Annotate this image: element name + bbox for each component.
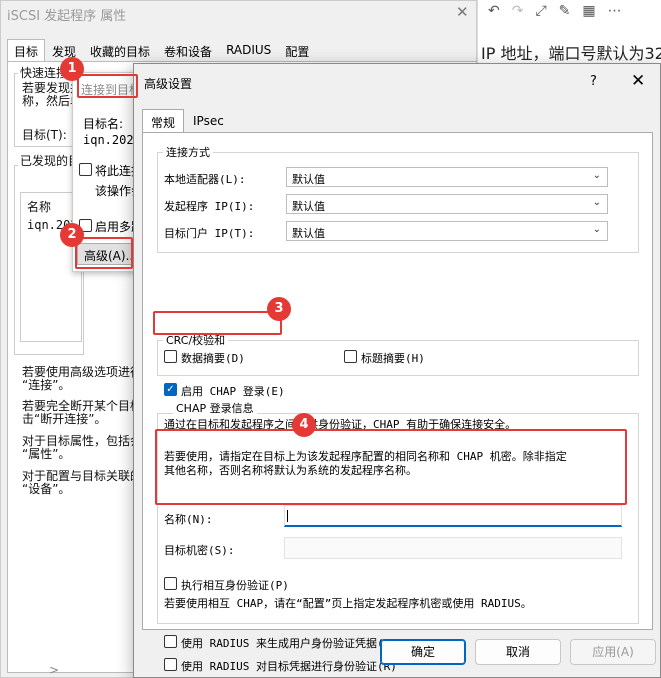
chap-secret-input[interactable] [284,537,622,559]
dialog-title: 高级设置 [144,77,193,91]
target-portal-label: 目标门户 IP(T): [164,227,255,240]
help-text-4: 对于配置与目标关联的 “设备”。 [22,469,143,496]
help-icon[interactable]: ? [590,74,597,89]
local-adapter-select[interactable]: 默认值 ⌄ [286,167,608,187]
chap-name-label: 名称(N): [164,513,213,526]
annotation-box-chap [153,311,282,335]
initiator-ip-select[interactable]: 默认值 ⌄ [286,194,608,214]
radius-user-checkbox[interactable] [164,635,177,648]
back-tab-bar: 目标 发现 收藏的目标 卷和设备 RADIUS 配置 [7,39,316,61]
help-text-2: 若要完全断开某个目标 击“断开连接”。 [22,399,143,426]
annotation-badge-1: 1 [60,57,84,81]
tab-radius[interactable]: RADIUS [219,39,278,61]
apply-button[interactable]: 应用(A) [570,639,656,665]
initiator-ip-label: 发起程序 IP(I): [164,200,255,213]
help-text-3: 对于目标属性，包括会 “属性”。 [22,434,143,461]
text-caret [287,510,288,522]
window-title: iSCSI 发起程序 属性 [7,9,127,24]
undo-icon[interactable]: ↶ [488,3,500,19]
document-text: IP 地址，端口号默认为32 [481,44,661,63]
tab-favorite-targets[interactable]: 收藏的目标 [83,39,157,61]
chap-enable-checkbox[interactable]: ✓ [164,383,177,396]
local-adapter-label: 本地适配器(L): [164,173,246,186]
document-toolbar: ↶ ↷ ⤢ ✎ ▦ ⋯ [478,0,661,22]
annotation-box-connect [77,74,138,98]
advanced-settings-dialog: 高级设置 ? ✕ 常规 IPsec 连接方式 本地适配器(L): 默认值 ⌄ 发… [133,63,661,678]
chevron-down-icon: ⌄ [592,197,601,208]
more-icon[interactable]: ⋯ [608,3,622,19]
expand-icon[interactable]: ⤢ [535,3,546,19]
list-header-name: 名称 [27,200,52,214]
initiator-ip-value: 默认值 [292,200,325,213]
chap-secret-label: 目标机密(S): [164,544,235,557]
annotation-badge-3: 3 [267,297,291,321]
radius-target-checkbox[interactable] [164,658,177,671]
grid-icon[interactable]: ▦ [582,3,595,19]
mutual-auth-label: 执行相互身份验证(P) [181,579,289,592]
target-label: 目标(T): [22,128,67,142]
chevron-down-icon: ⌄ [592,170,601,181]
chap-name-input[interactable] [284,505,622,527]
favorite-checkbox[interactable] [79,163,92,176]
advanced-tab-bar: 常规 IPsec [142,109,233,134]
redo-icon[interactable]: ↷ [512,3,524,19]
annotation-box-credentials [155,429,627,505]
mutual-auth-checkbox[interactable] [164,577,177,590]
annotation-box-advanced [75,237,133,269]
ok-button[interactable]: 确定 [380,639,466,665]
target-name-label: 目标名: [83,117,124,131]
local-adapter-value: 默认值 [292,173,325,186]
data-digest-checkbox[interactable] [164,350,177,363]
radius-user-label: 使用 RADIUS 来生成用户身份验证凭据(U) [181,637,397,650]
chevron-down-icon: ⌄ [592,224,601,235]
data-digest-label: 数据摘要(D) [181,352,245,365]
tab-targets[interactable]: 目标 [7,39,46,61]
cancel-button[interactable]: 取消 [475,639,561,665]
radius-target-label: 使用 RADIUS 对目标凭据进行身份验证(R) [181,660,397,673]
target-portal-select[interactable]: 默认值 ⌄ [286,221,608,241]
help-text-1: 若要使用高级选项进行 “连接”。 [22,365,143,392]
chap-enable-label: 启用 CHAP 登录(E) [181,385,285,398]
header-digest-label: 标题摘要(H) [361,352,425,365]
connection-group-title: 连接方式 [163,144,213,160]
target-portal-value: 默认值 [292,227,325,240]
tab-volumes-devices[interactable]: 卷和设备 [157,39,219,61]
close-icon[interactable]: ✕ [456,3,469,21]
tab-ipsec[interactable]: IPsec [184,109,233,133]
annotation-badge-2: 2 [60,223,84,247]
chap-info-title: CHAP 登录信息 [173,400,257,416]
general-tab-panel: 连接方式 本地适配器(L): 默认值 ⌄ 发起程序 IP(I): 默认值 ⌄ 目… [142,132,653,673]
annotation-badge-4: 4 [292,413,316,437]
scroll-arrow-icon[interactable]: > [49,663,59,677]
close-icon[interactable]: ✕ [631,71,645,91]
tab-general[interactable]: 常规 [142,109,185,134]
header-digest-checkbox[interactable] [344,350,357,363]
pen-icon[interactable]: ✎ [559,3,571,19]
tab-configuration[interactable]: 配置 [278,39,316,61]
mutual-auth-description: 若要使用相互 CHAP，请在“配置”页上指定发起程序机密或使用 RADIUS。 [164,597,532,610]
